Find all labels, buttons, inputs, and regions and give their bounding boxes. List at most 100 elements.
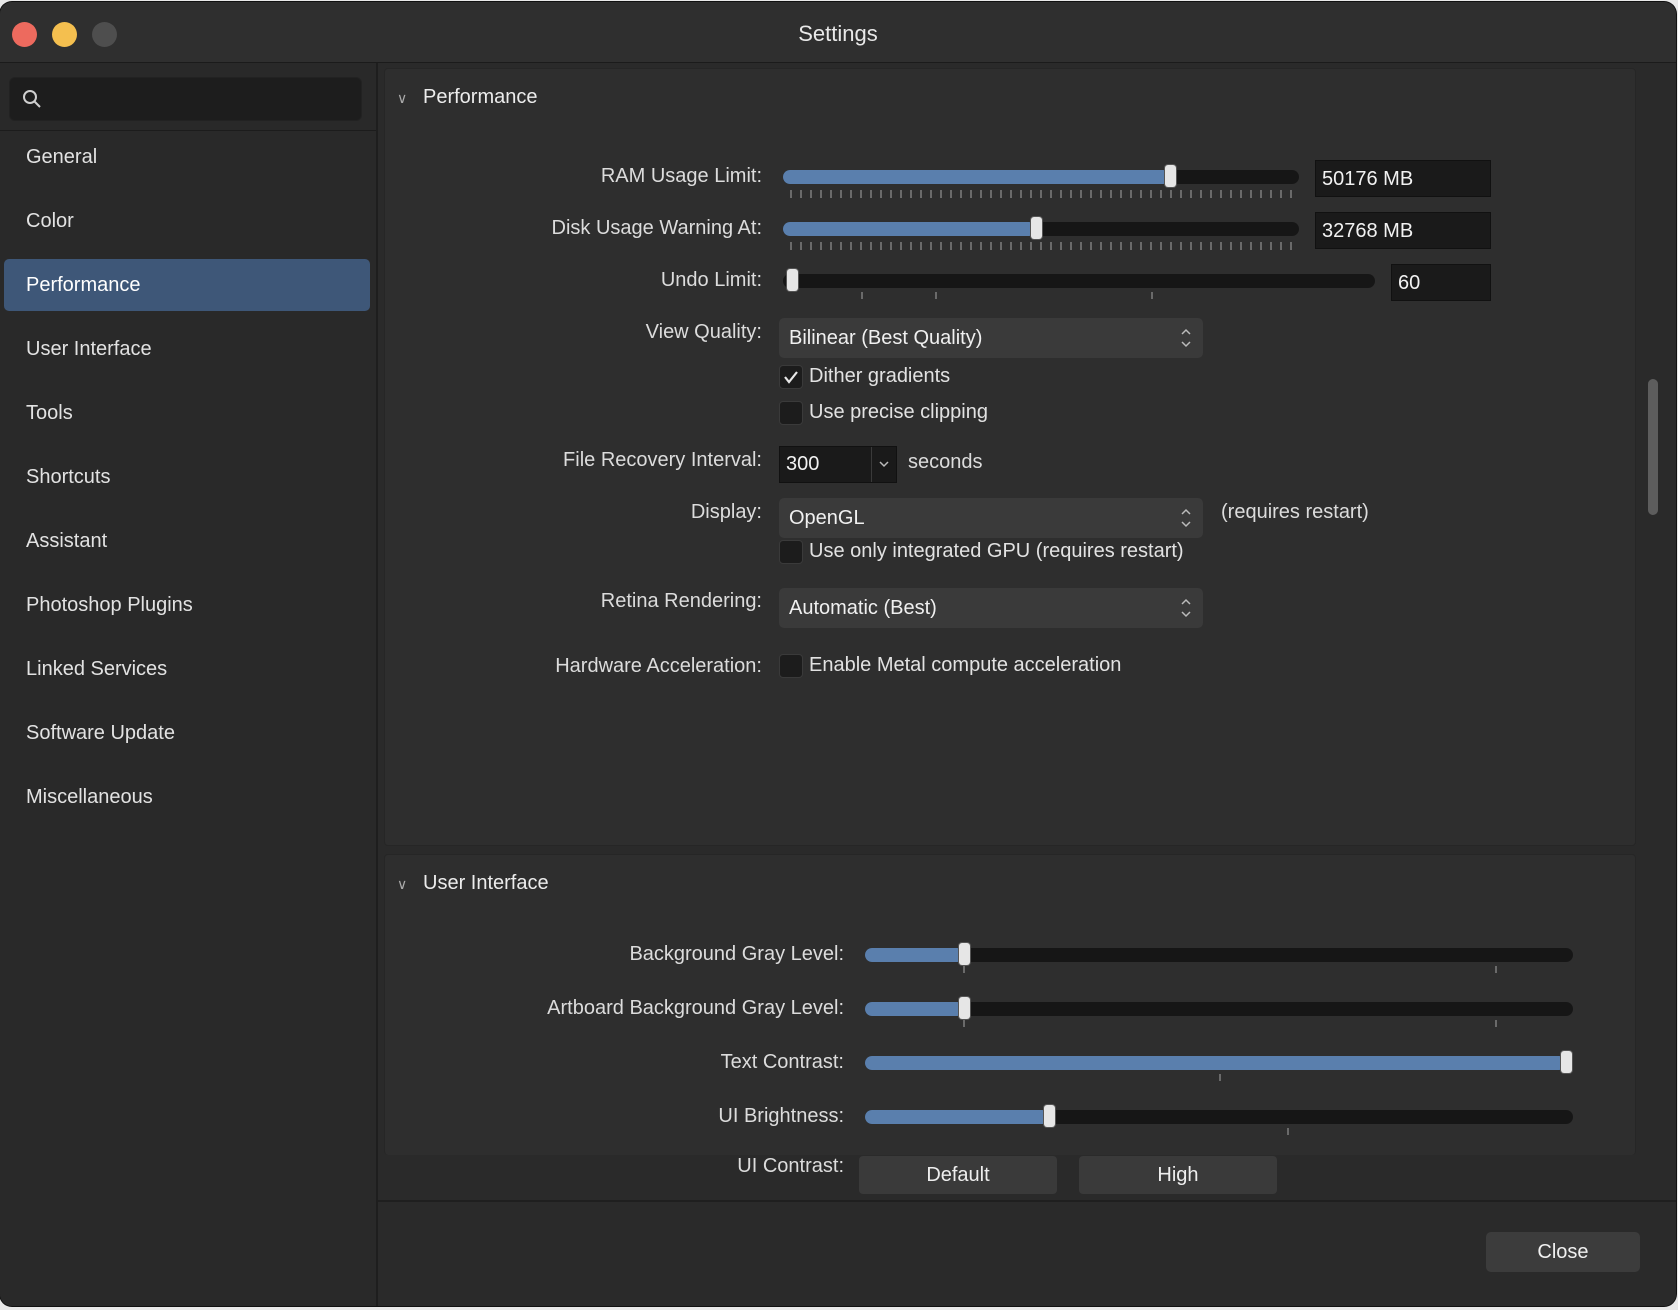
performance-section-header[interactable]: ∨ Performance bbox=[397, 86, 538, 109]
display-label: Display: bbox=[690, 501, 762, 523]
up-down-chevron-icon bbox=[1181, 328, 1191, 348]
view-quality-select[interactable]: Bilinear (Best Quality) bbox=[779, 318, 1203, 358]
sidebar-item-linked-services[interactable]: Linked Services bbox=[4, 643, 370, 695]
ui-brightness-slider-fill bbox=[865, 1110, 1050, 1124]
sidebar-item-performance[interactable]: Performance bbox=[4, 259, 370, 311]
disk-warning-field[interactable]: 32768 MB bbox=[1315, 212, 1491, 249]
ui-contrast-default-button[interactable]: Default bbox=[859, 1156, 1057, 1194]
text-contrast-slider-fill bbox=[865, 1056, 1566, 1070]
chevron-down-icon: ∨ bbox=[397, 876, 408, 892]
display-restart-note: (requires restart) bbox=[1221, 501, 1369, 523]
background-gray-slider-fill bbox=[865, 948, 965, 962]
retina-rendering-select[interactable]: Automatic (Best) bbox=[779, 588, 1203, 628]
precise-clipping-label: Use precise clipping bbox=[809, 401, 988, 423]
user-interface-section-header[interactable]: ∨ User Interface bbox=[397, 872, 549, 895]
disk-warning-slider-fill bbox=[783, 222, 1036, 236]
artboard-gray-slider-fill bbox=[865, 1002, 965, 1016]
undo-limit-label: Undo Limit: bbox=[660, 269, 762, 291]
undo-limit-tick bbox=[935, 292, 937, 299]
disk-warning-slider-thumb[interactable] bbox=[1030, 217, 1042, 239]
ram-usage-slider-thumb[interactable] bbox=[1165, 165, 1176, 187]
text-contrast-tick bbox=[1219, 1074, 1221, 1081]
text-contrast-slider[interactable] bbox=[865, 1051, 1573, 1073]
background-gray-tick bbox=[963, 966, 965, 973]
up-down-chevron-icon bbox=[1181, 598, 1191, 618]
hardware-acceleration-label: Hardware Acceleration: bbox=[555, 655, 762, 677]
ram-usage-field[interactable]: 50176 MB bbox=[1315, 160, 1491, 197]
background-gray-slider-thumb[interactable] bbox=[959, 943, 971, 965]
checkbox-box[interactable] bbox=[779, 654, 803, 678]
checkbox-box[interactable] bbox=[779, 540, 803, 564]
performance-section: ∨ Performance RAM Usage Limit: 50176 MB D… bbox=[384, 68, 1636, 846]
sidebar-item-assistant[interactable]: Assistant bbox=[4, 515, 370, 567]
file-recovery-combo[interactable]: 300 bbox=[779, 446, 897, 483]
sidebar-item-user-interface[interactable]: User Interface bbox=[4, 323, 370, 375]
checkbox-box[interactable] bbox=[779, 401, 803, 425]
search-icon bbox=[23, 90, 41, 108]
sidebar-nav: General Color Performance User Interface… bbox=[4, 131, 370, 835]
ram-usage-slider[interactable] bbox=[783, 165, 1299, 187]
dither-gradients-label: Dither gradients bbox=[809, 365, 951, 387]
ui-contrast-label: UI Contrast: bbox=[737, 1155, 844, 1177]
user-interface-section: ∨ User Interface Background Gray Level: A… bbox=[384, 854, 1636, 1177]
view-quality-value: Bilinear (Best Quality) bbox=[789, 327, 983, 349]
undo-limit-slider[interactable] bbox=[783, 269, 1375, 291]
content-scrollbar-track[interactable] bbox=[1642, 63, 1666, 1205]
chevron-down-icon: ∨ bbox=[397, 90, 408, 106]
display-select[interactable]: OpenGL bbox=[779, 498, 1203, 538]
ram-usage-label: RAM Usage Limit: bbox=[600, 165, 762, 187]
file-recovery-dropdown[interactable] bbox=[871, 447, 896, 482]
sidebar-item-color[interactable]: Color bbox=[4, 195, 370, 247]
file-recovery-label: File Recovery Interval: bbox=[563, 449, 762, 471]
footer-bar: Close bbox=[378, 1200, 1676, 1306]
artboard-gray-tick bbox=[963, 1020, 965, 1027]
text-contrast-slider-thumb[interactable] bbox=[1560, 1051, 1572, 1073]
sidebar-item-shortcuts[interactable]: Shortcuts bbox=[4, 451, 370, 503]
artboard-gray-slider-thumb[interactable] bbox=[959, 997, 971, 1019]
checkbox-box[interactable] bbox=[779, 365, 803, 389]
up-down-chevron-icon bbox=[1181, 508, 1191, 528]
settings-content: ∨ Performance RAM Usage Limit: 50176 MB D… bbox=[378, 63, 1676, 1306]
sidebar-item-photoshop-plugins[interactable]: Photoshop Plugins bbox=[4, 579, 370, 631]
sidebar-item-general[interactable]: General bbox=[4, 131, 370, 183]
search-input[interactable] bbox=[54, 84, 354, 114]
user-interface-section-title: User Interface bbox=[423, 872, 549, 894]
ui-brightness-slider[interactable] bbox=[865, 1105, 1573, 1127]
sidebar-item-software-update[interactable]: Software Update bbox=[4, 707, 370, 759]
disk-warning-slider[interactable] bbox=[783, 217, 1299, 239]
undo-limit-slider-thumb[interactable] bbox=[787, 269, 798, 291]
sidebar: General Color Performance User Interface… bbox=[0, 63, 378, 1306]
close-button[interactable]: Close bbox=[1486, 1232, 1640, 1272]
disk-warning-ticks bbox=[790, 242, 1296, 250]
file-recovery-unit: seconds bbox=[908, 451, 983, 473]
ui-contrast-high-button[interactable]: High bbox=[1079, 1156, 1277, 1194]
background-gray-tick bbox=[1495, 966, 1497, 973]
sidebar-item-miscellaneous[interactable]: Miscellaneous bbox=[4, 771, 370, 823]
ui-brightness-tick bbox=[1287, 1128, 1289, 1135]
ram-usage-slider-fill bbox=[783, 170, 1170, 184]
artboard-gray-slider[interactable] bbox=[865, 997, 1573, 1019]
undo-limit-tick bbox=[861, 292, 863, 299]
artboard-gray-tick bbox=[1495, 1020, 1497, 1027]
sidebar-item-tools[interactable]: Tools bbox=[4, 387, 370, 439]
checkmark-icon bbox=[784, 371, 798, 384]
performance-section-title: Performance bbox=[423, 86, 538, 108]
ui-brightness-label: UI Brightness: bbox=[718, 1105, 844, 1127]
retina-rendering-value: Automatic (Best) bbox=[789, 597, 937, 619]
ram-usage-ticks bbox=[790, 190, 1296, 198]
background-gray-slider[interactable] bbox=[865, 943, 1573, 965]
disk-warning-label: Disk Usage Warning At: bbox=[551, 217, 762, 239]
chevron-down-icon bbox=[879, 461, 889, 468]
background-gray-label: Background Gray Level: bbox=[629, 943, 844, 965]
undo-limit-field[interactable]: 60 bbox=[1391, 264, 1491, 301]
file-recovery-value: 300 bbox=[786, 453, 820, 475]
display-value: OpenGL bbox=[789, 507, 865, 529]
ui-brightness-slider-thumb[interactable] bbox=[1044, 1105, 1056, 1127]
text-contrast-label: Text Contrast: bbox=[720, 1051, 844, 1073]
window-title: Settings bbox=[798, 21, 878, 46]
content-scrollbar-thumb[interactable] bbox=[1648, 379, 1658, 515]
retina-rendering-label: Retina Rendering: bbox=[600, 590, 762, 612]
view-quality-label: View Quality: bbox=[645, 321, 762, 343]
search-box[interactable] bbox=[9, 77, 362, 121]
title-bar: Settings bbox=[0, 2, 1676, 63]
